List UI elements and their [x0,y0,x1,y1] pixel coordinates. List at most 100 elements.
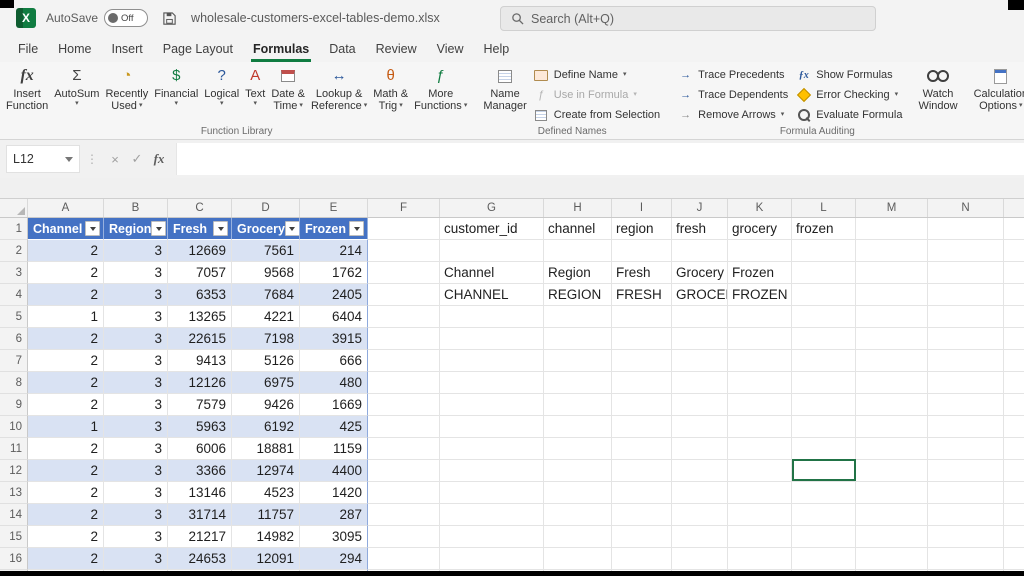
row-header-6[interactable]: 6 [0,328,28,350]
cell-OV8[interactable] [1004,372,1024,394]
cell-OV5[interactable] [1004,306,1024,328]
cell-B6[interactable]: 3 [104,328,168,350]
cell-H8[interactable] [544,372,612,394]
cell-G12[interactable] [440,460,544,482]
column-header-H[interactable]: H [544,199,612,217]
cell-K1[interactable]: grocery [728,218,792,240]
cell-OV3[interactable] [1004,262,1024,284]
row-header-1[interactable]: 1 [0,218,28,240]
cell-H12[interactable] [544,460,612,482]
autosum-button[interactable]: Σ AutoSum ▾ [51,64,102,126]
recently-used-button[interactable]: ◔ Recently Used▾ [102,64,151,126]
cell-L9[interactable] [792,394,856,416]
cell-K14[interactable] [728,504,792,526]
cell-J4[interactable]: GROCERY [672,284,728,306]
cell-B13[interactable]: 3 [104,482,168,504]
column-header-A[interactable]: A [28,199,104,217]
more-functions-button[interactable]: ƒ More Functions▾ [411,64,470,126]
cell-G15[interactable] [440,526,544,548]
cell-I8[interactable] [612,372,672,394]
cell-A4[interactable]: 2 [28,284,104,306]
evaluate-formula-button[interactable]: Evaluate Formula [792,105,906,125]
cell-F16[interactable] [368,548,440,570]
cell-OV15[interactable] [1004,526,1024,548]
cell-D15[interactable]: 14982 [232,526,300,548]
cell-K16[interactable] [728,548,792,570]
tab-page-layout[interactable]: Page Layout [153,37,243,62]
cell-A10[interactable]: 1 [28,416,104,438]
cell-L8[interactable] [792,372,856,394]
cell-F10[interactable] [368,416,440,438]
cell-C13[interactable]: 13146 [168,482,232,504]
cell-L11[interactable] [792,438,856,460]
cell-E16[interactable]: 294 [300,548,368,570]
cell-K5[interactable] [728,306,792,328]
cell-B14[interactable]: 3 [104,504,168,526]
tab-data[interactable]: Data [319,37,365,62]
row-header-7[interactable]: 7 [0,350,28,372]
cell-E7[interactable]: 666 [300,350,368,372]
cell-D12[interactable]: 12974 [232,460,300,482]
cell-L10[interactable] [792,416,856,438]
cell-H15[interactable] [544,526,612,548]
cell-N9[interactable] [928,394,1004,416]
lookup-reference-button[interactable]: ↔ Lookup & Reference▾ [308,64,370,126]
tab-insert[interactable]: Insert [102,37,153,62]
cell-B5[interactable]: 3 [104,306,168,328]
cell-G6[interactable] [440,328,544,350]
cell-G11[interactable] [440,438,544,460]
cell-G14[interactable] [440,504,544,526]
row-header-13[interactable]: 13 [0,482,28,504]
cell-K13[interactable] [728,482,792,504]
cell-E13[interactable]: 1420 [300,482,368,504]
cell-L16[interactable] [792,548,856,570]
cell-I15[interactable] [612,526,672,548]
column-header-G[interactable]: G [440,199,544,217]
cell-H1[interactable]: channel [544,218,612,240]
cell-M15[interactable] [856,526,928,548]
cell-N12[interactable] [928,460,1004,482]
name-box[interactable]: L12 [6,145,80,173]
cell-F8[interactable] [368,372,440,394]
cell-H14[interactable] [544,504,612,526]
cell-C8[interactable]: 12126 [168,372,232,394]
cell-M16[interactable] [856,548,928,570]
cell-K7[interactable] [728,350,792,372]
column-header-K[interactable]: K [728,199,792,217]
cell-I13[interactable] [612,482,672,504]
enter-button[interactable]: ✓ [126,151,148,167]
cell-OV16[interactable] [1004,548,1024,570]
cell-L4[interactable] [792,284,856,306]
financial-button[interactable]: $ Financial ▾ [151,64,201,126]
cell-A2[interactable]: 2 [28,240,104,262]
cell-G4[interactable]: CHANNEL [440,284,544,306]
cell-E4[interactable]: 2405 [300,284,368,306]
cell-F7[interactable] [368,350,440,372]
cell-M1[interactable] [856,218,928,240]
row-header-16[interactable]: 16 [0,548,28,570]
cancel-button[interactable]: × [104,152,126,167]
cell-N7[interactable] [928,350,1004,372]
cell-M4[interactable] [856,284,928,306]
cell-M9[interactable] [856,394,928,416]
cell-E1[interactable]: Frozen [300,218,368,240]
cell-L14[interactable] [792,504,856,526]
cell-H10[interactable] [544,416,612,438]
cell-A13[interactable]: 2 [28,482,104,504]
cell-C9[interactable]: 7579 [168,394,232,416]
cell-H7[interactable] [544,350,612,372]
cell-J12[interactable] [672,460,728,482]
row-header-11[interactable]: 11 [0,438,28,460]
cell-A1[interactable]: Channel [28,218,104,240]
cell-N4[interactable] [928,284,1004,306]
cell-OV11[interactable] [1004,438,1024,460]
cell-A3[interactable]: 2 [28,262,104,284]
column-header-M[interactable]: M [856,199,928,217]
row-header-3[interactable]: 3 [0,262,28,284]
cell-E5[interactable]: 6404 [300,306,368,328]
row-header-9[interactable]: 9 [0,394,28,416]
formula-bar-handle-icon[interactable]: ⋮ [80,152,104,166]
cell-F1[interactable] [368,218,440,240]
cell-H16[interactable] [544,548,612,570]
cell-J6[interactable] [672,328,728,350]
